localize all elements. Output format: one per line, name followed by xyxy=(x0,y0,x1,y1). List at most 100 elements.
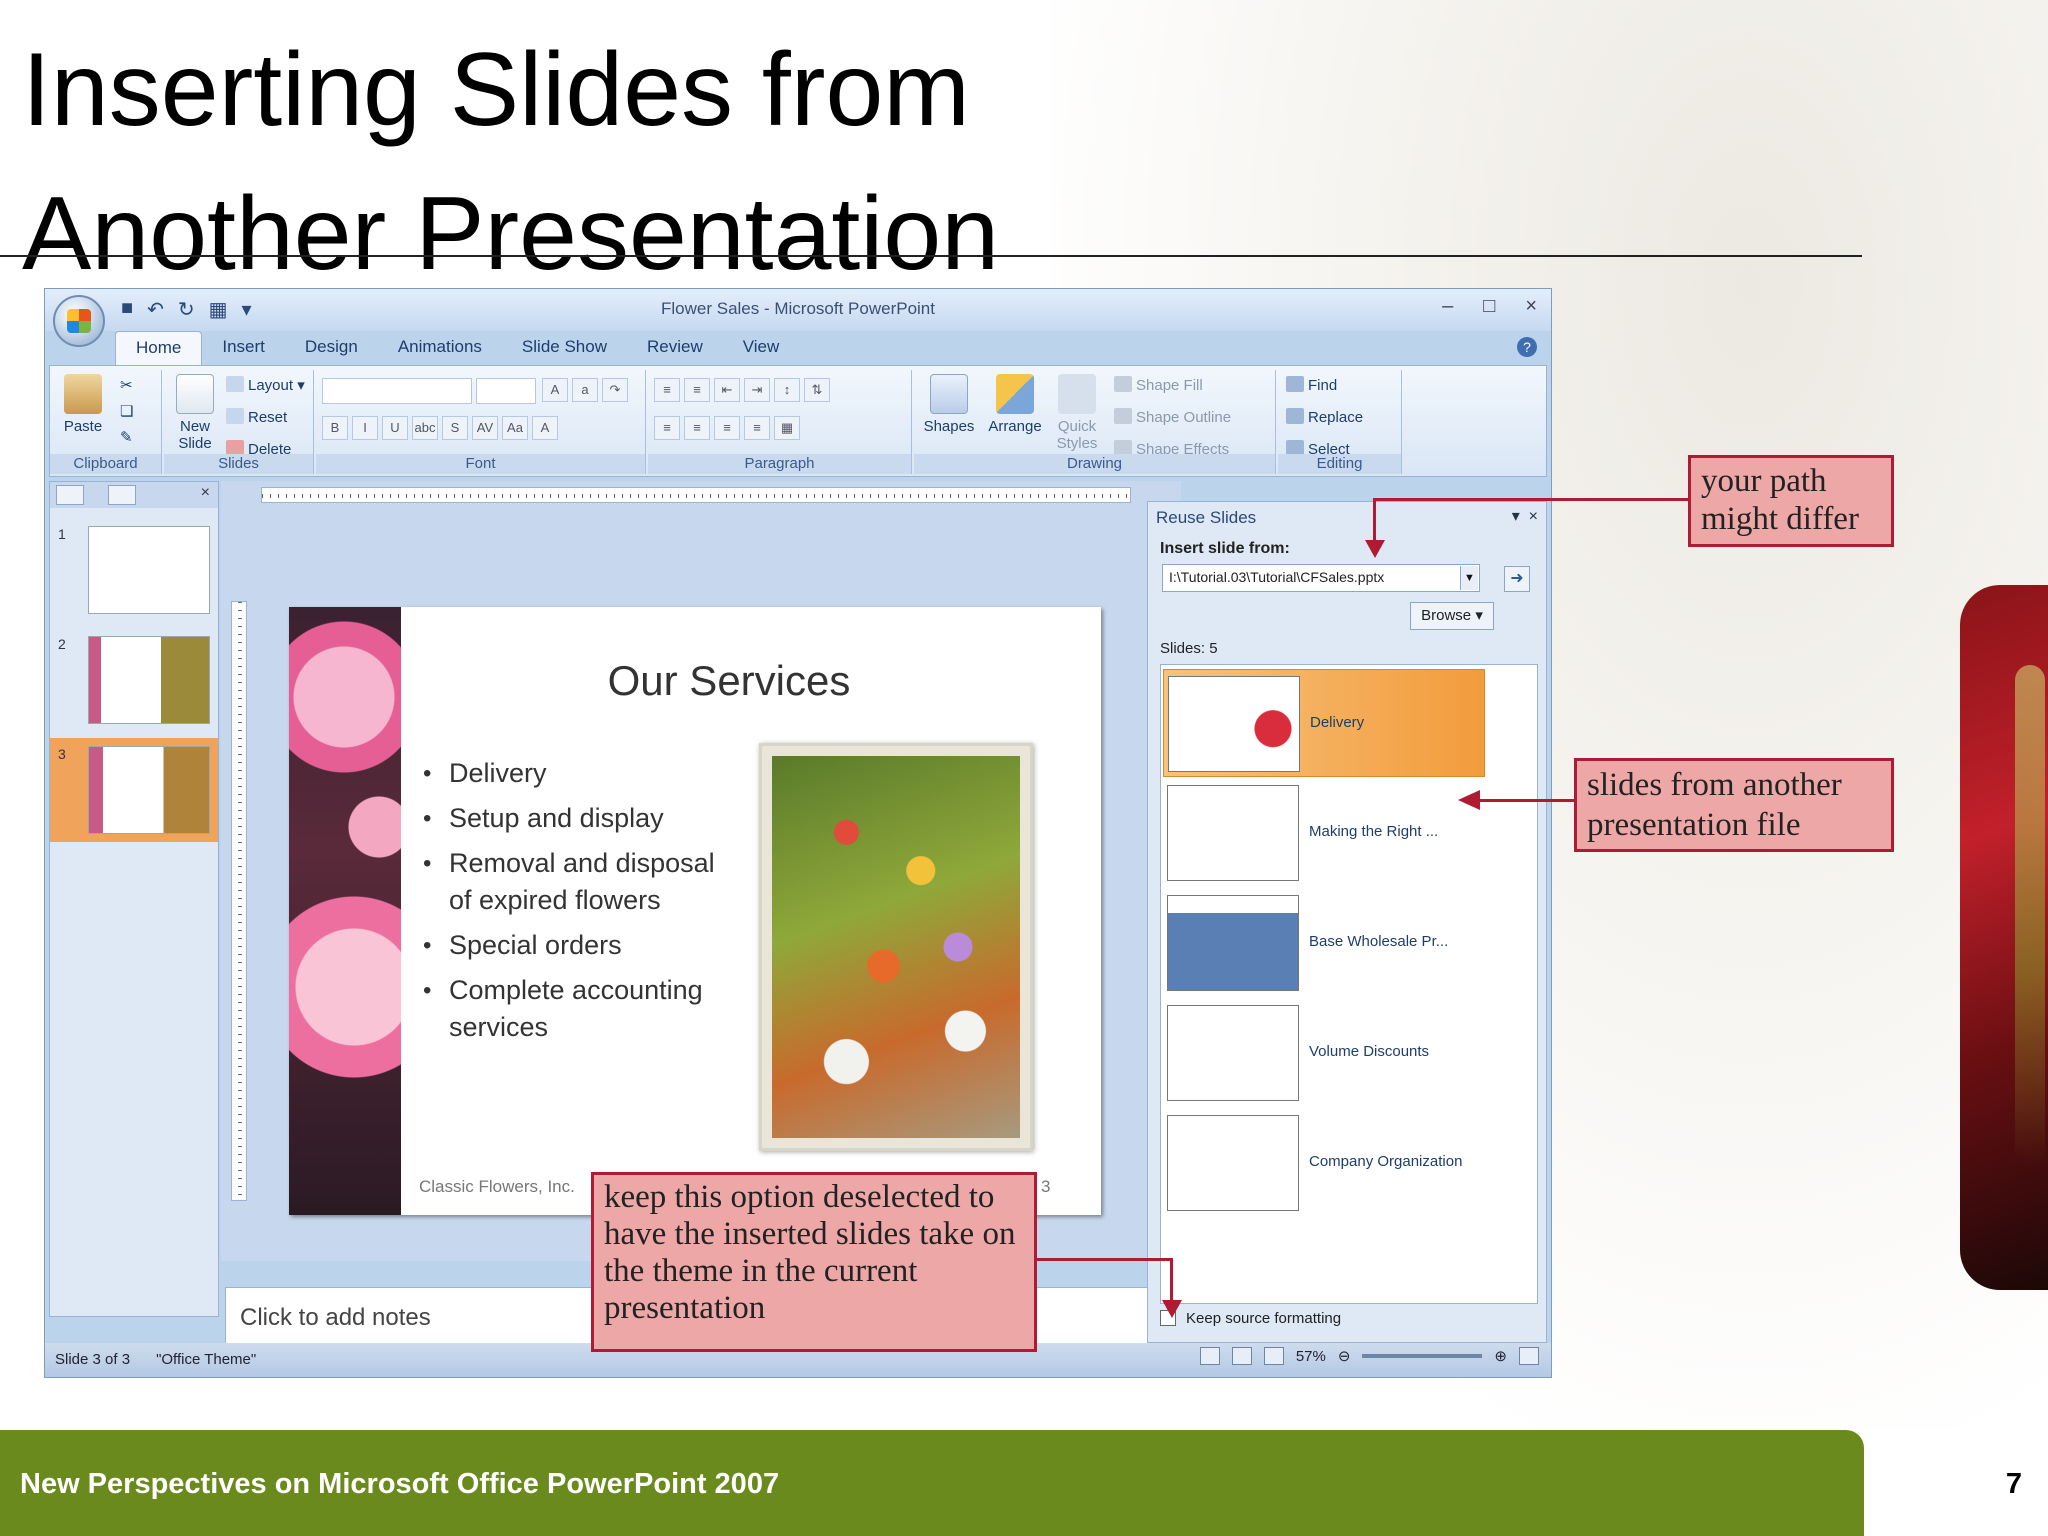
replace-button[interactable]: Replace xyxy=(1286,408,1363,426)
pane-menu-icon[interactable]: ▾ xyxy=(1512,508,1520,525)
clipboard-label: Clipboard xyxy=(50,454,161,474)
shape-outline-button[interactable]: Shape Outline xyxy=(1114,408,1231,426)
slideshow-icon[interactable] xyxy=(1263,1347,1284,1365)
tab-review[interactable]: Review xyxy=(627,331,723,365)
pane-close-icon[interactable]: × xyxy=(1529,508,1538,525)
shape-fill-button[interactable]: Shape Fill xyxy=(1114,376,1203,394)
path-input[interactable]: I:\Tutorial.03\Tutorial\CFSales.pptx xyxy=(1162,564,1480,592)
path-dropdown-icon[interactable]: ▼ xyxy=(1460,566,1478,590)
group-drawing: Shapes Arrange Quick Styles Shape Fill S… xyxy=(914,370,1276,474)
window-controls: – □ × xyxy=(1442,295,1537,318)
underline-button[interactable]: U xyxy=(382,416,408,440)
editing-group-label: Editing xyxy=(1278,454,1401,474)
window-title: Flower Sales - Microsoft PowerPoint xyxy=(661,299,935,318)
office-button[interactable] xyxy=(53,295,105,347)
line-spacing-button[interactable]: ↕ xyxy=(774,378,800,402)
quick-styles-button[interactable]: Quick Styles xyxy=(1050,374,1104,452)
grow-font-button[interactable]: A xyxy=(542,378,568,402)
footer-text: New Perspectives on Microsoft Office Pow… xyxy=(20,1468,780,1500)
font-group-label: Font xyxy=(316,454,645,474)
reuse-slide-item[interactable]: Volume Discounts xyxy=(1163,999,1485,1107)
font-style-buttons: B I Uabc S AV Aa A xyxy=(322,416,558,440)
italic-button[interactable]: I xyxy=(352,416,378,440)
slide-thumbnail-1[interactable]: 1 xyxy=(50,518,218,622)
layout-button[interactable]: Layout ▾ xyxy=(226,376,305,394)
horizontal-ruler xyxy=(261,487,1131,503)
shrink-font-button[interactable]: a xyxy=(572,378,598,402)
reset-button[interactable]: Reset xyxy=(226,408,287,426)
shadow-button[interactable]: S xyxy=(442,416,468,440)
list-item: Setup and display xyxy=(419,800,719,837)
zoom-in-icon[interactable]: ⊕ xyxy=(1494,1347,1507,1365)
slide-thumbnail-3[interactable]: 3 xyxy=(50,738,218,842)
slide-thumbnail-2[interactable]: 2 xyxy=(50,628,218,732)
char-spacing-button[interactable]: AV xyxy=(472,416,498,440)
paste-button[interactable]: Paste xyxy=(58,374,108,435)
shapes-button[interactable]: Shapes xyxy=(918,374,980,435)
strikethrough-button[interactable]: abc xyxy=(412,416,438,440)
align-right-button[interactable]: ≡ xyxy=(714,416,740,440)
help-icon[interactable]: ? xyxy=(1517,337,1537,357)
ribbon: Paste ✂ ❏ ✎ Clipboard New Slide Layout ▾… xyxy=(49,365,1547,477)
font-color-button[interactable]: A xyxy=(532,416,558,440)
new-slide-button[interactable]: New Slide xyxy=(168,374,222,452)
slides-count: Slides: 5 xyxy=(1160,640,1218,657)
reuse-slide-item[interactable]: Delivery xyxy=(1163,669,1485,777)
thumbnail-number: 3 xyxy=(58,746,66,762)
align-left-button[interactable]: ≡ xyxy=(654,416,680,440)
reuse-slide-item[interactable]: Making the Right ... xyxy=(1163,779,1485,887)
tab-home[interactable]: Home xyxy=(115,331,203,365)
callout-arrow-line xyxy=(1478,799,1576,802)
fit-to-window-icon[interactable] xyxy=(1519,1347,1539,1365)
pane-close-icon[interactable]: × xyxy=(201,484,210,502)
change-case-button[interactable]: Aa xyxy=(502,416,528,440)
format-painter-icon[interactable]: ✎ xyxy=(120,428,133,446)
tab-view[interactable]: View xyxy=(723,331,800,365)
text-direction-button[interactable]: ⇅ xyxy=(804,378,830,402)
tab-animations[interactable]: Animations xyxy=(378,331,502,365)
tab-design[interactable]: Design xyxy=(285,331,378,365)
reuse-slide-item[interactable]: Company Organization xyxy=(1163,1109,1485,1217)
slide-canvas[interactable]: Our Services Delivery Setup and display … xyxy=(289,607,1101,1215)
font-name-combo[interactable] xyxy=(322,378,472,404)
group-font: Aa ↷ B I Uabc S AV Aa A Font xyxy=(316,370,646,474)
flower-photo xyxy=(759,743,1033,1151)
title-line-2: Another Presentation xyxy=(22,176,1000,292)
slide-sorter-icon[interactable] xyxy=(1231,1347,1252,1365)
paragraph-group-label: Paragraph xyxy=(648,454,911,474)
slide-footer: Classic Flowers, Inc. xyxy=(419,1177,575,1196)
normal-view-icon[interactable] xyxy=(1199,1347,1220,1365)
columns-button[interactable]: ▦ xyxy=(774,416,800,440)
tab-slide-show[interactable]: Slide Show xyxy=(502,331,627,365)
align-center-button[interactable]: ≡ xyxy=(684,416,710,440)
numbering-button[interactable]: ≡ xyxy=(684,378,710,402)
zoom-level[interactable]: 57% xyxy=(1296,1348,1326,1365)
maximize-icon[interactable]: □ xyxy=(1483,295,1495,318)
font-size-combo[interactable] xyxy=(476,378,536,404)
status-left: Slide 3 of 3 "Office Theme" xyxy=(55,1351,256,1368)
find-button[interactable]: Find xyxy=(1286,376,1337,394)
bold-button[interactable]: B xyxy=(322,416,348,440)
shapes-icon xyxy=(930,374,968,414)
minimize-icon[interactable]: – xyxy=(1442,295,1453,318)
shape-fill-icon xyxy=(1114,376,1132,392)
increase-indent-button[interactable]: ⇥ xyxy=(744,378,770,402)
copy-icon[interactable]: ❏ xyxy=(120,402,133,420)
arrange-button[interactable]: Arrange xyxy=(982,374,1048,435)
keep-source-formatting[interactable]: Keep source formatting xyxy=(1160,1310,1341,1327)
go-arrow-button[interactable]: ➜ xyxy=(1504,566,1530,592)
browse-button[interactable]: Browse ▾ xyxy=(1410,602,1494,630)
bullets-button[interactable]: ≡ xyxy=(654,378,680,402)
outline-tab[interactable] xyxy=(108,485,136,505)
decrease-indent-button[interactable]: ⇤ xyxy=(714,378,740,402)
reuse-slide-item[interactable]: Base Wholesale Pr... xyxy=(1163,889,1485,997)
zoom-slider[interactable] xyxy=(1362,1354,1483,1358)
cut-icon[interactable]: ✂ xyxy=(120,376,133,394)
zoom-out-icon[interactable]: ⊖ xyxy=(1338,1347,1351,1365)
slides-tab[interactable] xyxy=(56,485,84,505)
justify-button[interactable]: ≡ xyxy=(744,416,770,440)
clear-format-button[interactable]: ↷ xyxy=(602,378,628,402)
callout-arrow-line xyxy=(1373,498,1376,542)
close-icon[interactable]: × xyxy=(1525,295,1537,318)
tab-insert[interactable]: Insert xyxy=(202,331,285,365)
